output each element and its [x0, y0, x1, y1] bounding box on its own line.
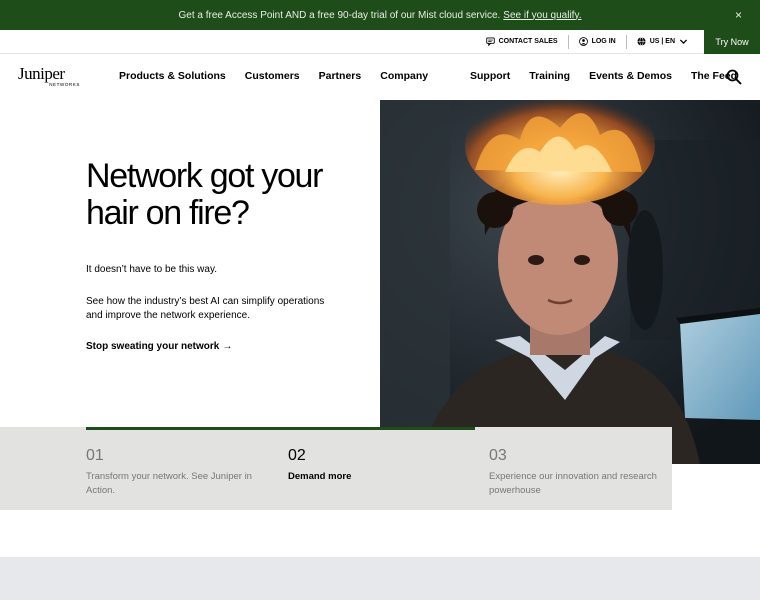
contact-sales-label: CONTACT SALES — [498, 38, 558, 45]
hero-body: See how the industry’s best AI can simpl… — [86, 296, 325, 321]
user-icon — [578, 37, 588, 46]
nav-customers[interactable]: Customers — [245, 70, 300, 82]
tab-number: 03 — [489, 447, 507, 464]
nav-partners[interactable]: Partners — [319, 70, 362, 82]
globe-icon — [637, 37, 646, 46]
hero-image — [380, 100, 760, 464]
utility-bar: CONTACT SALES LOG IN US | EN Try Now — [0, 29, 760, 54]
try-now-button[interactable]: Try Now — [704, 29, 760, 54]
tab-label: Experience our innovation and research p… — [489, 471, 657, 496]
hero-headline: Network got your hair on fire? — [86, 157, 324, 232]
carousel-tab-2[interactable]: 02 Demand more — [288, 447, 463, 484]
logo-subtitle: NETWORKS — [49, 82, 80, 87]
carousel-tab-1[interactable]: 01 Transform your network. See Juniper i… — [86, 447, 261, 498]
hero-lead: It doesn’t have to be this way. — [86, 264, 218, 275]
locale-label: US | EN — [649, 38, 675, 45]
hero-cta-link[interactable]: Stop sweating your network → — [86, 341, 232, 352]
search-icon[interactable] — [726, 69, 742, 85]
close-icon[interactable]: × — [735, 8, 742, 22]
carousel-tab-3[interactable]: 03 Experience our innovation and researc… — [489, 447, 664, 498]
arrow-right-icon: → — [222, 341, 233, 352]
chat-icon — [485, 37, 495, 46]
nav-events-demos[interactable]: Events & Demos — [589, 70, 672, 82]
main-nav: Juniper NETWORKS Products & Solutions Cu… — [0, 54, 760, 100]
hero-photo-illustration — [380, 100, 760, 464]
nav-training[interactable]: Training — [529, 70, 570, 82]
nav-products-solutions[interactable]: Products & Solutions — [119, 70, 226, 82]
nav-primary: Products & Solutions Customers Partners … — [119, 70, 428, 82]
log-in-label: LOG IN — [591, 38, 616, 45]
chevron-down-icon — [679, 39, 688, 45]
locale-selector[interactable]: US | EN — [627, 35, 698, 49]
logo-wordmark: Juniper — [18, 64, 65, 83]
tab-label: Transform your network. See Juniper in A… — [86, 471, 252, 496]
log-in-link[interactable]: LOG IN — [569, 35, 626, 49]
promo-banner: Get a free Access Point AND a free 90-da… — [0, 0, 760, 30]
nav-company[interactable]: Company — [380, 70, 428, 82]
tab-number: 02 — [288, 447, 306, 464]
carousel-progress-bar — [86, 427, 475, 430]
contact-sales-link[interactable]: CONTACT SALES — [476, 35, 568, 49]
hero-copy: Network got your hair on fire? It doesn’… — [86, 158, 376, 354]
next-section-band — [0, 557, 760, 600]
nav-secondary: Support Training Events & Demos The Feed — [470, 70, 737, 82]
nav-support[interactable]: Support — [470, 70, 510, 82]
promo-qualify-link[interactable]: See if you qualify. — [503, 10, 581, 21]
tab-label: Demand more — [288, 471, 352, 482]
tab-number: 01 — [86, 447, 104, 464]
juniper-logo[interactable]: Juniper NETWORKS — [18, 64, 82, 88]
promo-text: Get a free Access Point AND a free 90-da… — [178, 9, 501, 21]
hero-cta-label: Stop sweating your network — [86, 341, 220, 352]
